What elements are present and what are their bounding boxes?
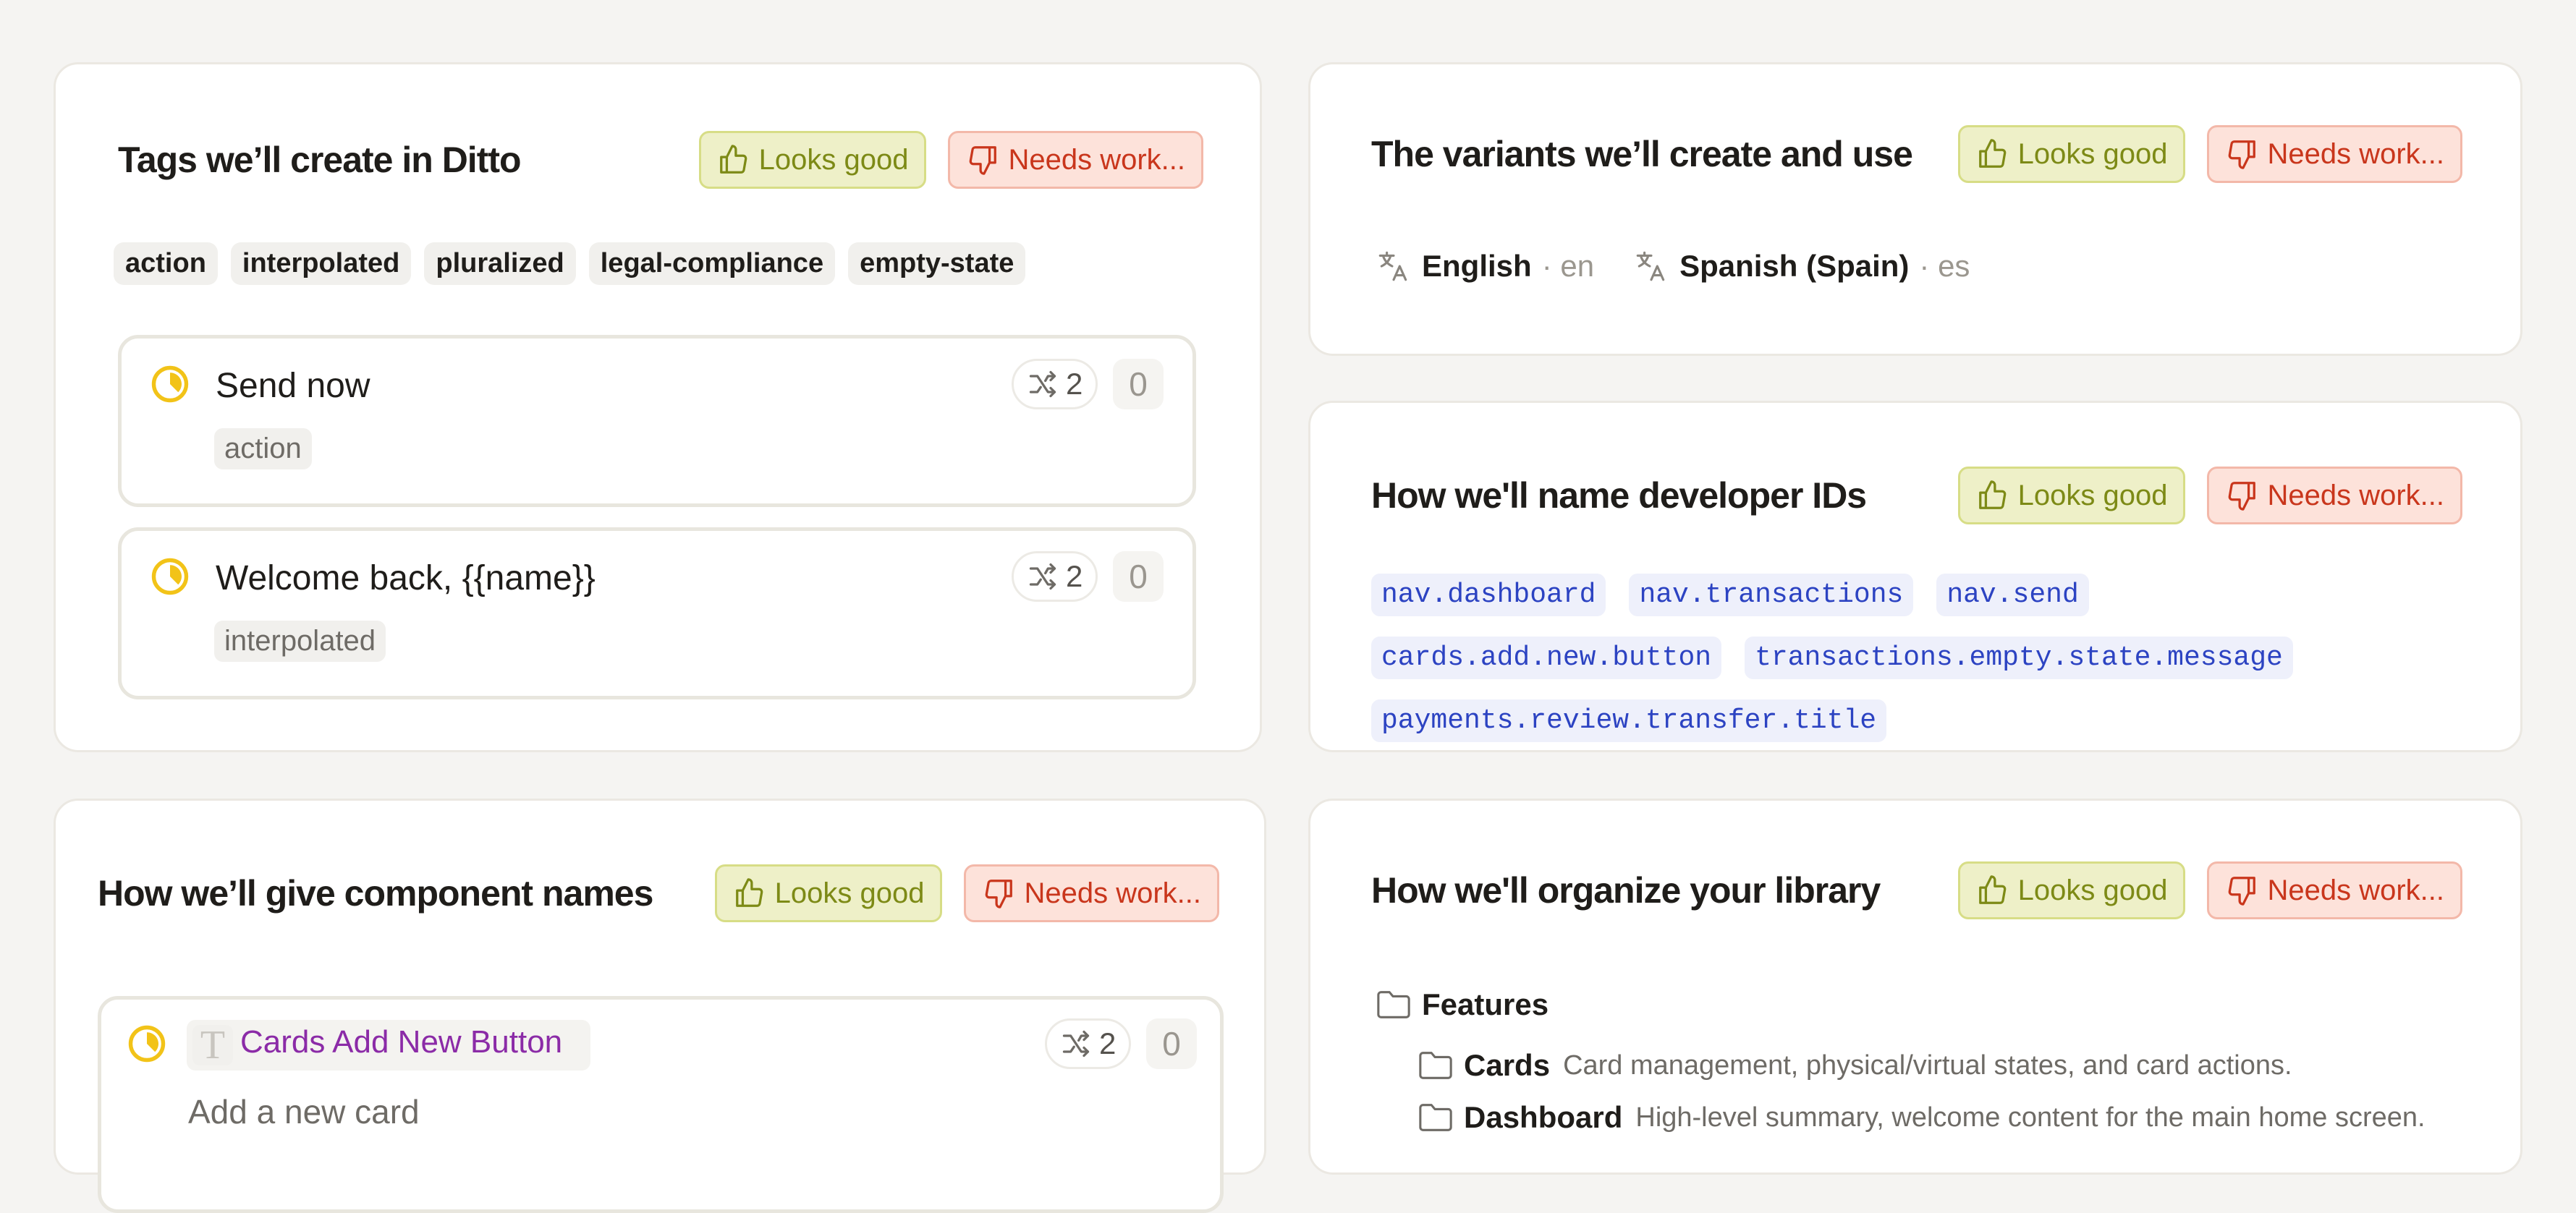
tag-chip: pluralized xyxy=(424,242,576,285)
in-progress-icon xyxy=(151,557,190,596)
thumbs-up-icon xyxy=(717,143,750,176)
component-names-card: How we’ll give component names Looks goo… xyxy=(54,799,1266,1213)
needs-work-button[interactable]: Needs work... xyxy=(948,131,1203,189)
folder-icon xyxy=(1418,1102,1454,1133)
variants-count-pill[interactable]: 2 xyxy=(1045,1018,1132,1069)
folder-name: Features xyxy=(1422,987,1549,1021)
component-text: Add a new card xyxy=(188,1093,420,1131)
branch-split-icon xyxy=(1027,368,1059,400)
translate-icon xyxy=(1376,248,1412,284)
developer-id-chip: payments.review.transfer.title xyxy=(1371,699,1887,742)
developer-id-chip: nav.dashboard xyxy=(1371,574,1606,616)
folder-cards[interactable]: Cards Card management, physical/virtual … xyxy=(1418,1048,2292,1083)
variant-name: English xyxy=(1422,249,1532,283)
thumbs-down-icon xyxy=(966,143,999,176)
looks-good-button[interactable]: Looks good xyxy=(698,131,927,189)
thumbs-down-icon xyxy=(982,877,1015,910)
looks-good-button[interactable]: Looks good xyxy=(714,864,943,922)
developer-ids-card: How we'll name developer IDs Looks good … xyxy=(1308,401,2522,752)
needs-work-button[interactable]: Needs work... xyxy=(2207,467,2462,524)
tag-chip: legal-compliance xyxy=(588,242,836,285)
tag-chip: action xyxy=(114,242,218,285)
needs-work-label: Needs work... xyxy=(1008,143,1185,176)
needs-work-label: Needs work... xyxy=(1024,877,1201,909)
needs-work-label: Needs work... xyxy=(2267,874,2444,906)
developer-id-chip: nav.send xyxy=(1936,574,2089,616)
item-text: Send now xyxy=(216,367,370,405)
variants-count: 2 xyxy=(1066,559,1083,593)
usage-count: 0 xyxy=(1146,1018,1197,1069)
variants-count-pill[interactable]: 2 xyxy=(1012,359,1098,409)
folder-icon xyxy=(1376,989,1412,1021)
looks-good-label: Looks good xyxy=(2017,479,2168,511)
thumbs-down-icon xyxy=(2225,874,2258,907)
needs-work-button[interactable]: Needs work... xyxy=(2207,125,2462,183)
variant-english: English · en xyxy=(1376,248,1594,284)
usage-count: 0 xyxy=(1113,551,1164,602)
needs-work-label: Needs work... xyxy=(2267,137,2444,170)
developer-ids-card-title: How we'll name developer IDs xyxy=(1371,475,1867,516)
variant-code: · es xyxy=(1919,249,1970,283)
looks-good-button[interactable]: Looks good xyxy=(1957,861,2186,919)
tags-card-title: Tags we’ll create in Ditto xyxy=(118,140,522,180)
folder-dashboard[interactable]: Dashboard High-level summary, welcome co… xyxy=(1418,1100,2425,1135)
variants-card: The variants we’ll create and use Looks … xyxy=(1308,62,2522,356)
needs-work-label: Needs work... xyxy=(2267,479,2444,511)
looks-good-label: Looks good xyxy=(2017,874,2168,906)
thumbs-up-icon xyxy=(1976,874,2009,907)
tag-list: action interpolated pluralized legal-com… xyxy=(114,242,1026,285)
developer-id-chip: nav.transactions xyxy=(1629,574,1914,616)
variant-list: English · en Spanish (Spain) · es xyxy=(1376,248,1970,284)
component-names-card-title: How we’ll give component names xyxy=(98,873,653,914)
variants-count-pill[interactable]: 2 xyxy=(1012,551,1098,602)
looks-good-label: Looks good xyxy=(774,877,925,909)
tag-chip: empty-state xyxy=(848,242,1026,285)
in-progress-icon xyxy=(151,365,190,404)
item-text: Welcome back, {{name}} xyxy=(216,559,596,597)
item-tag: interpolated xyxy=(214,621,386,662)
library-card: How we'll organize your library Looks go… xyxy=(1308,799,2522,1175)
thumbs-down-icon xyxy=(2225,479,2258,512)
branch-split-icon xyxy=(1060,1028,1092,1060)
thumbs-up-icon xyxy=(1976,479,2009,512)
looks-good-button[interactable]: Looks good xyxy=(1957,125,2186,183)
variant-code: · en xyxy=(1541,249,1595,283)
tags-card: Tags we’ll create in Ditto Looks good Ne… xyxy=(54,62,1262,752)
variants-count: 2 xyxy=(1066,367,1083,401)
in-progress-icon xyxy=(127,1024,166,1063)
folder-name: Cards xyxy=(1464,1048,1551,1082)
developer-id-chip: transactions.empty.state.message xyxy=(1745,637,2293,679)
text-type-icon: T xyxy=(192,1025,233,1065)
looks-good-label: Looks good xyxy=(2017,137,2168,170)
text-item-send-now[interactable]: Send now action 2 0 xyxy=(118,335,1196,507)
text-item-welcome-back[interactable]: Welcome back, {{name}} interpolated 2 0 xyxy=(118,527,1196,699)
thumbs-down-icon xyxy=(2225,137,2258,171)
usage-count: 0 xyxy=(1113,359,1164,409)
tag-chip: interpolated xyxy=(230,242,412,285)
variants-count: 2 xyxy=(1099,1026,1117,1060)
developer-id-list: nav.dashboard nav.transactions nav.send … xyxy=(1371,574,2457,742)
variant-name: Spanish (Spain) xyxy=(1679,249,1910,283)
component-item[interactable]: T Cards Add New Button 2 0 Add a new car… xyxy=(98,996,1224,1213)
thumbs-up-icon xyxy=(1976,137,2009,171)
variant-spanish: Spanish (Spain) · es xyxy=(1633,248,1970,284)
library-card-title: How we'll organize your library xyxy=(1371,870,1881,911)
thumbs-up-icon xyxy=(733,877,766,910)
needs-work-button[interactable]: Needs work... xyxy=(964,864,1219,922)
looks-good-button[interactable]: Looks good xyxy=(1957,467,2186,524)
folder-description: High-level summary, welcome content for … xyxy=(1635,1102,2425,1133)
folder-icon xyxy=(1418,1050,1454,1081)
looks-good-label: Looks good xyxy=(758,143,909,176)
variants-card-title: The variants we’ll create and use xyxy=(1371,134,1913,174)
component-name: Cards Add New Button xyxy=(240,1024,563,1060)
translate-icon xyxy=(1633,248,1669,284)
folder-description: Card management, physical/virtual states… xyxy=(1563,1050,2292,1081)
item-tag: action xyxy=(214,428,312,469)
branch-split-icon xyxy=(1027,561,1059,592)
folder-features[interactable]: Features xyxy=(1376,987,1548,1022)
folder-name: Dashboard xyxy=(1464,1100,1623,1134)
developer-id-chip: cards.add.new.button xyxy=(1371,637,1722,679)
needs-work-button[interactable]: Needs work... xyxy=(2207,861,2462,919)
